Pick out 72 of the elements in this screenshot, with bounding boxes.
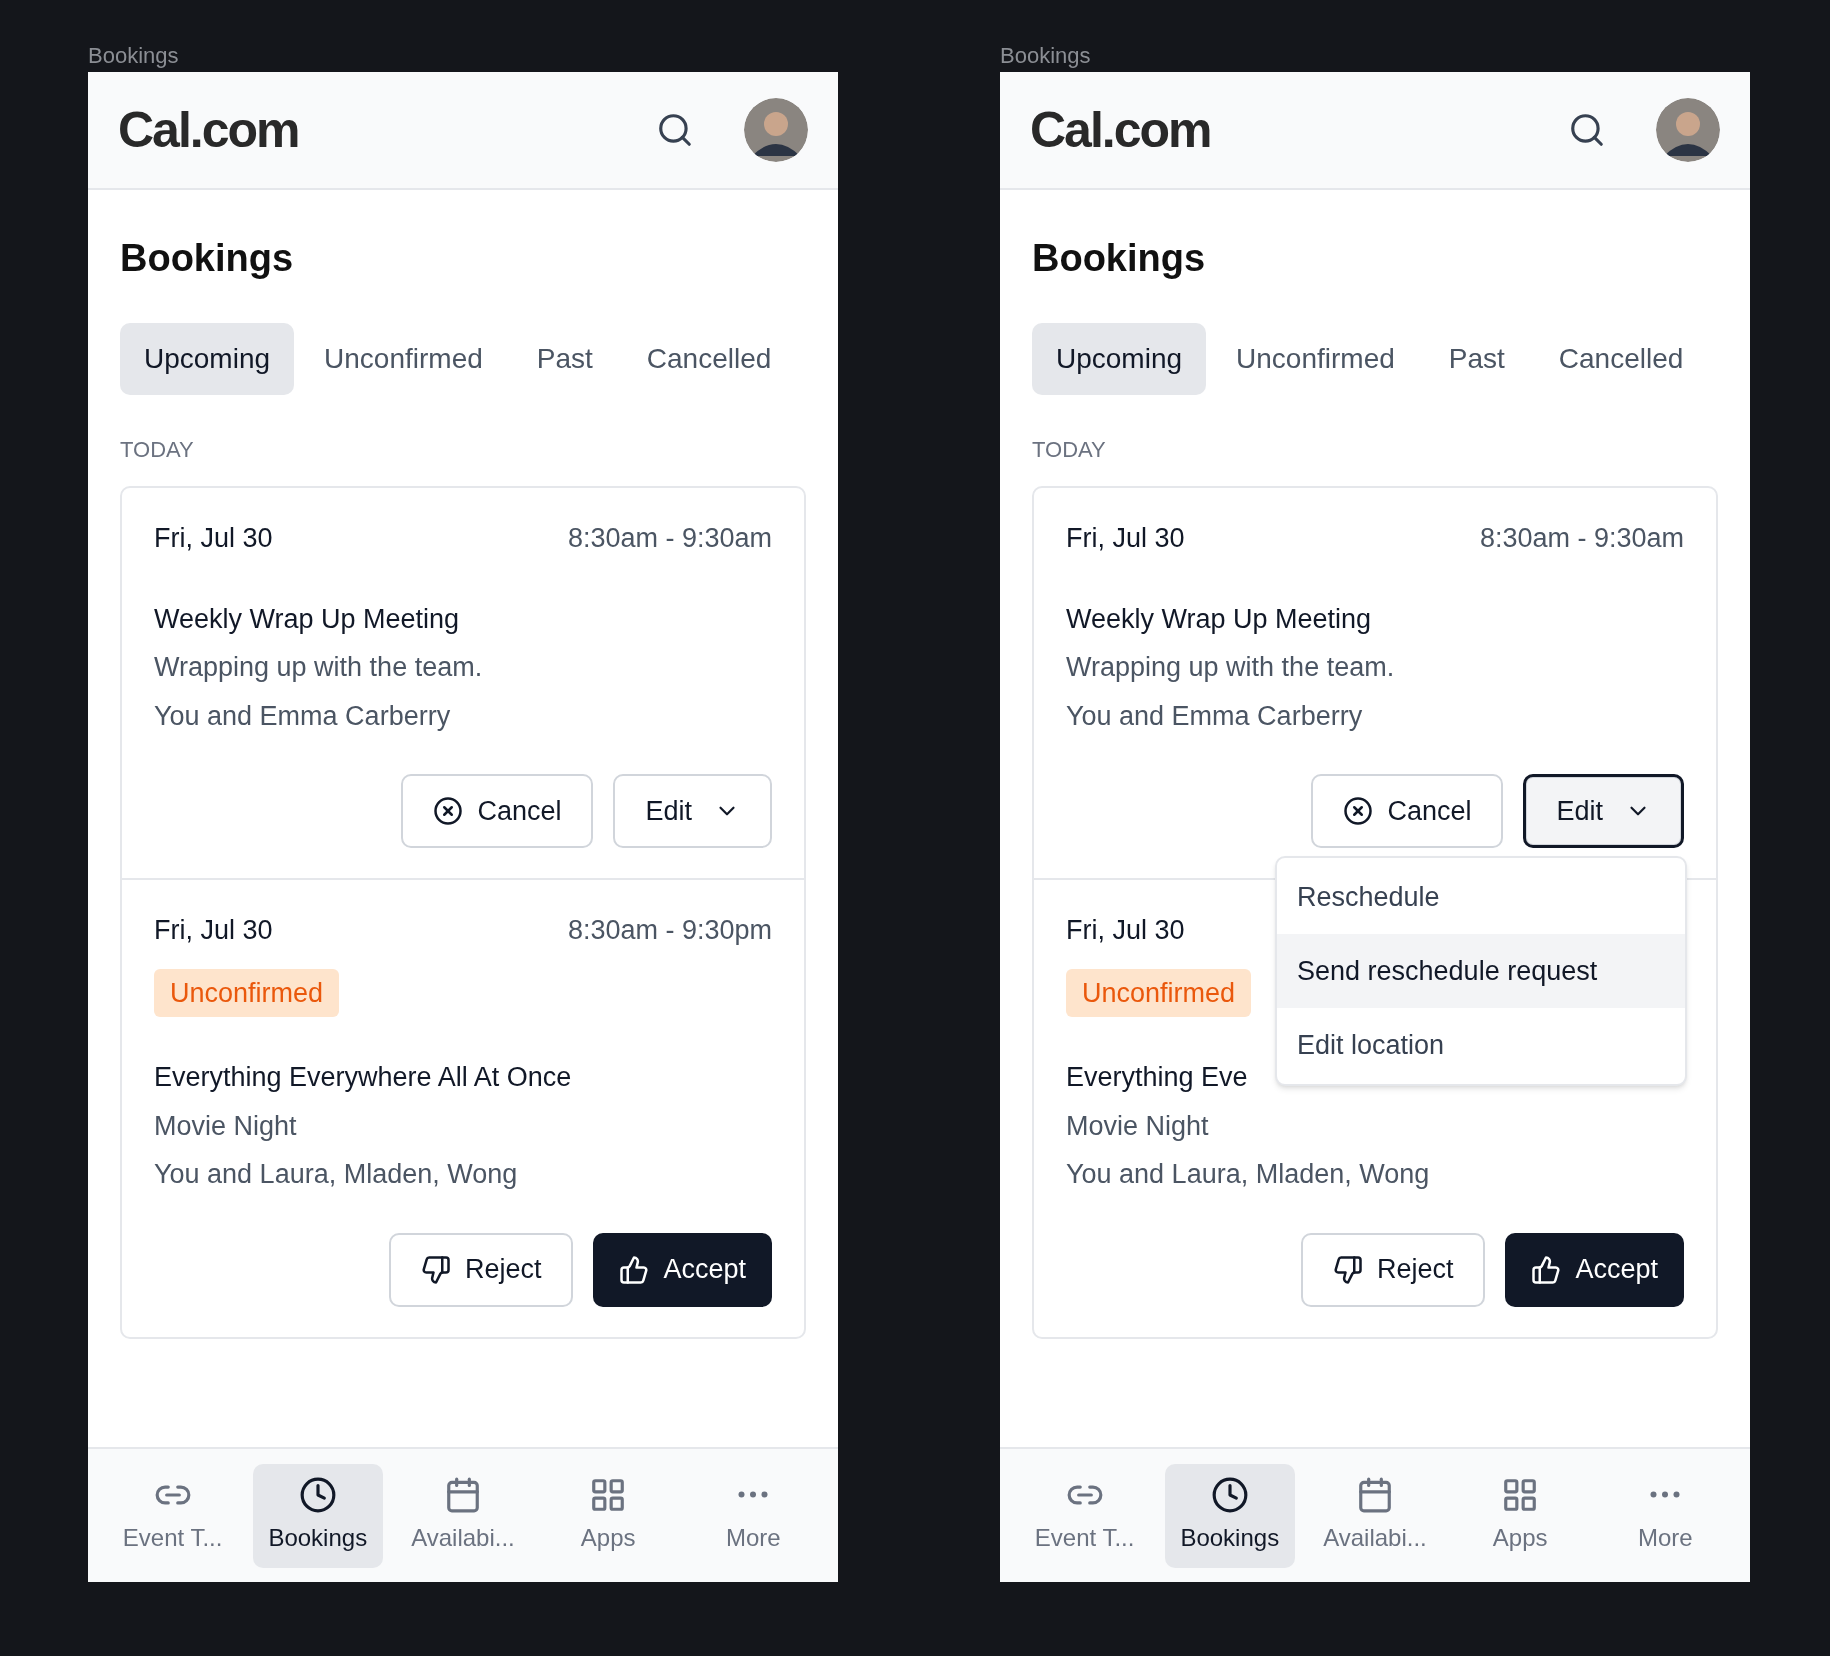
booking-date: Fri, Jul 30 [154, 522, 273, 555]
booking-attendees: You and Laura, Mladen, Wong [1066, 1158, 1431, 1191]
menu-item[interactable]: Send reschedule request [1277, 934, 1685, 1008]
tab[interactable]: Cancelled [1534, 323, 1708, 395]
accept-button[interactable]: Accept [1505, 1232, 1684, 1307]
page-title: Bookings [120, 236, 295, 281]
tab[interactable]: Unconfirmed [300, 323, 507, 395]
booking-description: Wrapping up with the team. [1066, 651, 1396, 684]
thumbs-up-icon [1531, 1254, 1562, 1285]
page-title: Bookings [1032, 236, 1207, 281]
dropdown-button[interactable]: Edit [1523, 774, 1684, 848]
nav-item[interactable]: Event T... [107, 1463, 238, 1568]
action-button[interactable]: Reject [1300, 1232, 1486, 1307]
nav-item[interactable]: Availabi... [1309, 1463, 1440, 1568]
nav-item[interactable]: Bookings [252, 1463, 383, 1568]
menu-item[interactable]: Reschedule [1277, 860, 1685, 934]
clock-icon [298, 1475, 337, 1514]
dropdown-button[interactable]: Edit [613, 774, 772, 848]
logo: Cal.com [118, 100, 299, 160]
accept-button[interactable]: Accept [593, 1232, 772, 1307]
menu-item[interactable]: Edit location [1277, 1008, 1685, 1082]
avatar[interactable] [1656, 98, 1720, 162]
nav-item[interactable]: Apps [1455, 1463, 1586, 1568]
booking-description: Movie Night [154, 1109, 298, 1143]
clock-icon [1210, 1475, 1249, 1514]
close-circle-icon [1343, 796, 1374, 826]
booking-attendees: You and Laura, Mladen, Wong [154, 1158, 519, 1191]
booking-attendees: You and Emma Carberry [1066, 699, 1364, 733]
nav-item[interactable]: Apps [543, 1463, 674, 1568]
logo: Cal.com [1030, 100, 1211, 160]
booking-description: Wrapping up with the team. [154, 651, 484, 684]
section-label: TODAY [120, 436, 195, 464]
booking-title: Weekly Wrap Up Meeting [1066, 602, 1373, 636]
action-button[interactable]: Cancel [401, 774, 594, 848]
tab[interactable]: Unconfirmed [1212, 323, 1419, 395]
action-button[interactable]: Reject [388, 1232, 574, 1307]
booking-time: 8:30am - 9:30pm [567, 914, 772, 947]
search-icon[interactable] [1568, 111, 1606, 149]
tab[interactable]: Past [1424, 323, 1529, 395]
booking-time: 8:30am - 9:30am [1479, 522, 1684, 555]
search-icon[interactable] [656, 111, 694, 149]
window-caption: Bookings [1000, 42, 1092, 70]
booking-attendees: You and Emma Carberry [154, 699, 452, 733]
booking-date: Fri, Jul 30 [154, 914, 273, 947]
more-icon [1650, 1491, 1681, 1498]
booking-title: Everything Eve [1066, 1061, 1249, 1094]
close-circle-icon [433, 796, 464, 826]
avatar[interactable] [744, 98, 808, 162]
tab[interactable]: Upcoming [1032, 323, 1207, 395]
tab[interactable]: Cancelled [622, 323, 796, 395]
tab[interactable]: Upcoming [120, 323, 295, 395]
tab[interactable]: Past [512, 323, 617, 395]
thumbs-down-icon [1332, 1254, 1363, 1285]
booking-title: Everything Everywhere All At Once [154, 1061, 573, 1094]
nav-item[interactable]: Event T... [1019, 1463, 1150, 1568]
status-badge: Unconfirmed [154, 968, 340, 1017]
nav-item[interactable]: More [688, 1463, 819, 1568]
booking-date: Fri, Jul 30 [1066, 522, 1185, 555]
nav-item[interactable]: Availabi... [397, 1463, 528, 1568]
nav-item[interactable]: More [1600, 1463, 1731, 1568]
booking-title: Weekly Wrap Up Meeting [154, 602, 461, 636]
more-icon [738, 1491, 769, 1498]
nav-item[interactable]: Bookings [1164, 1463, 1295, 1568]
action-button[interactable]: Cancel [1311, 774, 1504, 848]
booking-date: Fri, Jul 30 [1066, 914, 1185, 947]
booking-description: Movie Night [1066, 1109, 1210, 1143]
thumbs-down-icon [420, 1254, 451, 1285]
status-badge: Unconfirmed [1066, 968, 1252, 1017]
window-caption: Bookings [88, 42, 180, 70]
booking-time: 8:30am - 9:30am [567, 522, 772, 555]
thumbs-up-icon [619, 1254, 650, 1285]
section-label: TODAY [1032, 436, 1107, 464]
